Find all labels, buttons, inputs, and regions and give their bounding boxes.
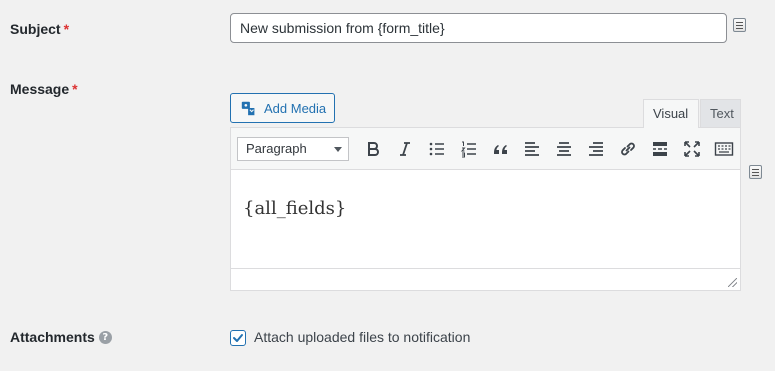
editor-statusbar [231,268,740,290]
blockquote-icon[interactable] [485,135,517,163]
required-marker: * [63,21,70,37]
add-media-button[interactable]: Add Media [230,93,335,123]
editor-text: {all_fields} [243,198,347,219]
format-select[interactable]: Paragraph [237,136,349,161]
tab-visual[interactable]: Visual [643,99,699,128]
editor-toolbar: Paragraph [231,128,740,170]
numbered-list-icon[interactable] [453,135,485,163]
link-icon[interactable] [612,135,644,163]
align-left-icon[interactable] [516,135,548,163]
add-media-label: Add Media [264,100,327,116]
italic-icon[interactable] [389,135,421,163]
help-icon[interactable]: ? [98,330,112,344]
resize-handle-icon[interactable] [728,278,737,287]
merge-tags-icon[interactable] [733,18,746,32]
tab-text[interactable]: Text [700,99,741,128]
read-more-icon[interactable] [644,135,676,163]
bullet-list-icon[interactable] [421,135,453,163]
align-center-icon[interactable] [548,135,580,163]
merge-tags-icon[interactable] [749,165,762,179]
fullscreen-icon[interactable] [676,135,708,163]
message-editor: Paragraph {all_fields} [230,127,741,291]
editor-content[interactable]: {all_fields} [231,170,740,268]
attach-files-checkbox[interactable] [230,330,246,346]
required-marker: * [72,81,78,97]
attachments-label: Attachments ? [10,329,112,345]
checkmark-icon [233,334,243,342]
add-media-icon [241,101,255,116]
align-right-icon[interactable] [580,135,612,163]
subject-input[interactable]: New submission from {form_title} [230,13,727,43]
bold-icon[interactable] [357,135,389,163]
toolbar-toggle-icon[interactable] [708,135,740,163]
attach-files-label[interactable]: Attach uploaded files to notification [254,329,470,345]
message-label: Message * [10,81,78,97]
subject-label: Subject * [10,21,70,37]
